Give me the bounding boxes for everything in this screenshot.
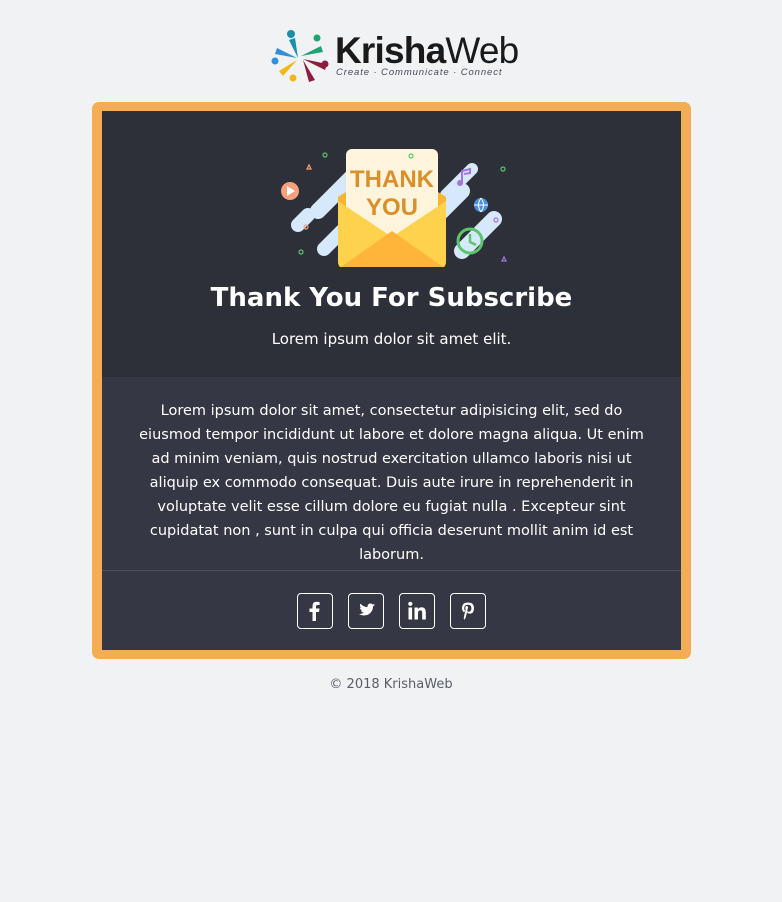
email-card: THANK YOU Thank You For Subscribe Lorem …: [102, 111, 681, 650]
thank-you-envelope-illustration: THANK YOU: [281, 149, 507, 267]
linkedin-icon: [408, 601, 426, 620]
social-links: [297, 593, 486, 629]
hero-subtitle: Lorem ipsum dolor sit amet elit.: [271, 330, 512, 348]
linkedin-button[interactable]: [399, 593, 435, 629]
brand-logo[interactable]: KrishaWeb Create · Communicate · Connect: [271, 28, 519, 86]
email-frame: THANK YOU Thank You For Subscribe Lorem …: [92, 102, 691, 659]
body-paragraph: Lorem ipsum dolor sit amet, consectetur …: [139, 403, 644, 563]
twitter-icon: [358, 603, 376, 616]
brand-name-bold: Krisha: [335, 30, 446, 71]
pinterest-button[interactable]: [450, 593, 486, 629]
art-thank-text: THANK: [350, 166, 435, 193]
pinterest-icon: [462, 602, 474, 620]
facebook-icon: [309, 601, 320, 621]
brand-name: KrishaWeb: [335, 30, 519, 71]
brand-name-regular: Web: [445, 30, 519, 71]
footer-copyright: © 2018 KrishaWeb: [329, 677, 453, 692]
section-divider: [102, 570, 681, 571]
brand-tagline: Create · Communicate · Connect: [336, 67, 503, 78]
art-you-text: YOU: [366, 194, 418, 221]
krishaweb-logo-icon: [271, 30, 329, 82]
twitter-button[interactable]: [348, 593, 384, 629]
page-title: Thank You For Subscribe: [210, 283, 573, 313]
hero-section: THANK YOU Thank You For Subscribe Lorem …: [102, 111, 681, 377]
facebook-button[interactable]: [297, 593, 333, 629]
